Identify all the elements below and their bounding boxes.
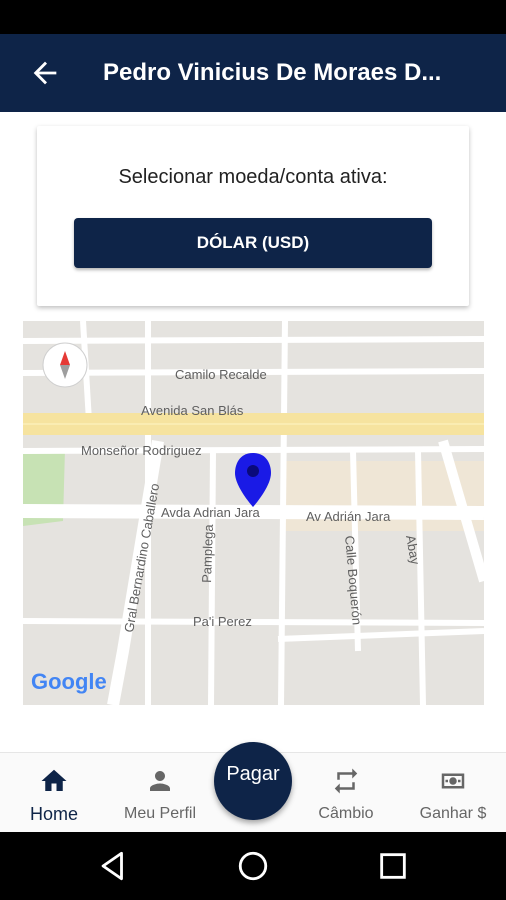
- nav-exchange[interactable]: Câmbio: [296, 753, 396, 833]
- back-arrow-icon[interactable]: [28, 56, 62, 90]
- person-icon: [150, 771, 170, 791]
- street-label: Camilo Recalde: [175, 367, 267, 382]
- nav-home[interactable]: Home: [4, 753, 104, 833]
- nav-exchange-label: Câmbio: [318, 805, 374, 822]
- status-bar: [0, 0, 506, 34]
- street-label: Pa'i Perez: [193, 614, 252, 629]
- nav-home-label: Home: [29, 804, 78, 824]
- app-bar: Pedro Vinicius De Moraes D...: [0, 34, 506, 112]
- swap-icon: [334, 768, 358, 794]
- nav-earn[interactable]: Ganhar $: [403, 753, 503, 833]
- street-label: Monseñor Rodriguez: [81, 443, 202, 458]
- street-label: Avda Adrian Jara: [161, 505, 261, 520]
- google-logo: Google: [31, 669, 107, 694]
- nav-profile-label: Meu Perfil: [123, 805, 197, 822]
- system-home-icon[interactable]: [236, 849, 270, 883]
- map-canvas: Camilo Recalde Avenida San Blás Monseñor…: [23, 321, 484, 705]
- street-label: Pamplega: [199, 523, 216, 583]
- currency-select-label: Selecionar moeda/conta ativa:: [118, 166, 388, 188]
- system-recents-icon[interactable]: [376, 849, 410, 883]
- currency-card: Selecionar moeda/conta ativa: DÓLAR (USD…: [37, 126, 469, 306]
- currency-select-button[interactable]: DÓLAR (USD): [74, 218, 432, 268]
- nav-earn-label: Ganhar $: [419, 805, 487, 822]
- pay-button-label: Pagar: [226, 762, 280, 785]
- system-back-icon[interactable]: [96, 849, 130, 883]
- street-label: Avenida San Blás: [141, 403, 244, 418]
- system-navigation-bar: [0, 832, 506, 900]
- main-content: Selecionar moeda/conta ativa: DÓLAR (USD…: [0, 112, 506, 752]
- page-title: Pedro Vinicius De Moraes D...: [103, 59, 442, 86]
- home-icon: [41, 769, 67, 791]
- money-icon: [441, 773, 465, 789]
- map-view[interactable]: Camilo Recalde Avenida San Blás Monseñor…: [23, 321, 484, 705]
- nav-profile[interactable]: Meu Perfil: [110, 753, 210, 833]
- street-label: Av Adrián Jara: [306, 509, 391, 524]
- pay-button[interactable]: Pagar: [214, 742, 292, 820]
